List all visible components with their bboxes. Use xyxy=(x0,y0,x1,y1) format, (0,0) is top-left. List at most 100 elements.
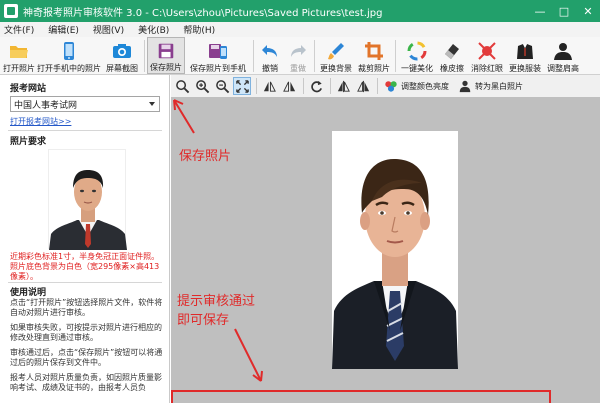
change-background-label: 更换背景 xyxy=(320,64,352,73)
open-phone-photo-label: 打开手机中的照片 xyxy=(37,64,101,73)
red-eye-icon xyxy=(478,42,496,60)
menu-view[interactable]: 视图(V) xyxy=(93,23,124,36)
pass-hint-annotation-line1: 提示审核通过 xyxy=(177,294,256,309)
pass-hint-annotation-line2: 即可保存 xyxy=(177,313,230,328)
close-button[interactable]: ✕ xyxy=(576,0,600,22)
undo-button[interactable]: 撤销 xyxy=(256,37,284,74)
save-icon xyxy=(158,43,174,59)
zoom-out-button[interactable] xyxy=(213,77,231,95)
menu-file[interactable]: 文件(F) xyxy=(4,23,34,36)
eraser-icon xyxy=(445,44,459,59)
menu-edit[interactable]: 编辑(E) xyxy=(48,23,79,36)
screenshot-label: 屏幕截图 xyxy=(106,64,138,73)
app-icon xyxy=(4,4,18,18)
usage-instructions: 点击“打开照片”按钮选择照片文件，软件将自动对照片进行审核。 如果审核失败，可按… xyxy=(10,298,166,398)
redo-label: 重做 xyxy=(290,64,306,73)
convert-black-white-button[interactable]: 转为黑白照片 xyxy=(458,79,523,93)
tool-separator xyxy=(303,78,304,94)
toolbar-separator xyxy=(314,40,315,72)
phone-icon xyxy=(64,42,74,60)
screenshot-button[interactable]: 屏幕截图 xyxy=(102,37,142,74)
eraser-button[interactable]: 橡皮擦 xyxy=(436,37,468,74)
zoom-in-button[interactable] xyxy=(193,77,211,95)
sample-photo xyxy=(48,149,127,250)
open-photo-button[interactable]: 打开照片 xyxy=(2,37,36,74)
save-photo-label: 保存照片 xyxy=(150,63,182,72)
toolbar-separator xyxy=(395,40,396,72)
color-wheel-icon xyxy=(407,41,427,61)
mirror-right-button[interactable] xyxy=(354,77,372,95)
adjust-color-brightness-button[interactable]: 调整颜色亮度 xyxy=(384,79,449,93)
adjust-color-brightness-label: 调整颜色亮度 xyxy=(401,81,449,91)
mirror-left-button[interactable] xyxy=(334,77,352,95)
zoom-tool-button[interactable] xyxy=(173,77,191,95)
image-tools-bar: 调整颜色亮度 转为黑白照片 xyxy=(171,75,600,97)
flip-horizontal-icon xyxy=(263,81,276,92)
eraser-label: 橡皮擦 xyxy=(440,64,464,73)
change-clothing-label: 更换服装 xyxy=(509,64,541,73)
save-photo-annotation: 保存照片 xyxy=(179,149,232,164)
site-section: 报考网站 xyxy=(0,79,170,95)
redo-button[interactable]: 重做 xyxy=(284,37,312,74)
shoulder-icon xyxy=(554,43,572,60)
audit-result-highlight-box xyxy=(171,390,551,403)
mirror-right-icon xyxy=(356,80,369,92)
title-bar: 神奇报考照片审核软件 3.0 - C:\Users\zhou\Pictures\… xyxy=(0,0,600,22)
annotation-arrows xyxy=(173,99,263,382)
minimize-button[interactable]: — xyxy=(528,0,552,22)
adjust-shoulder-label: 调整肩高 xyxy=(547,64,579,73)
window-title: 神奇报考照片审核软件 3.0 - C:\Users\zhou\Pictures\… xyxy=(23,7,383,19)
fit-to-window-button[interactable] xyxy=(233,77,251,95)
suit-icon xyxy=(517,44,533,59)
tool-separator xyxy=(377,78,378,94)
flip-vertical-button[interactable] xyxy=(280,77,298,95)
menu-bar: 文件(F) 编辑(E) 视图(V) 美化(B) 帮助(H) xyxy=(0,22,600,37)
save-to-phone-label: 保存照片到手机 xyxy=(190,64,246,73)
save-photo-button[interactable]: 保存照片 xyxy=(147,37,185,74)
open-phone-photo-button[interactable]: 打开手机中的照片 xyxy=(36,37,102,74)
open-exam-site-link[interactable]: 打开报考网站>> xyxy=(10,116,71,127)
zoom-in-icon xyxy=(195,79,209,93)
menu-beautify[interactable]: 美化(B) xyxy=(138,23,169,36)
open-photo-label: 打开照片 xyxy=(3,64,35,73)
maximize-button[interactable]: □ xyxy=(552,0,576,22)
crop-photo-button[interactable]: 裁剪照片 xyxy=(355,37,393,74)
person-bw-icon xyxy=(459,80,471,93)
usage-section: 使用说明 xyxy=(0,283,170,299)
change-clothing-button[interactable]: 更换服装 xyxy=(506,37,544,74)
camera-icon xyxy=(113,44,131,58)
usage-paragraph: 点击“打开照片”按钮选择照片文件，软件将自动对照片进行审核。 xyxy=(10,298,163,317)
mirror-left-icon xyxy=(337,80,350,92)
adjust-shoulder-button[interactable]: 调整肩高 xyxy=(544,37,582,74)
remove-red-eye-button[interactable]: 消除红眼 xyxy=(468,37,506,74)
usage-section-title: 使用说明 xyxy=(10,288,47,298)
one-click-beautify-button[interactable]: 一键美化 xyxy=(398,37,436,74)
toolbar-separator xyxy=(253,40,254,72)
save-to-phone-icon xyxy=(209,44,227,59)
remove-red-eye-label: 消除红眼 xyxy=(471,64,503,73)
exam-site-select-value: 中国人事考试网 xyxy=(14,100,78,111)
flip-vertical-icon xyxy=(282,81,295,92)
photo-canvas[interactable]: 保存照片 提示审核通过 即可保存 xyxy=(171,97,600,403)
zoom-out-icon xyxy=(215,79,229,93)
crop-icon xyxy=(365,42,383,60)
toolbar-separator xyxy=(144,40,145,72)
save-to-phone-button[interactable]: 保存照片到手机 xyxy=(185,37,251,74)
site-section-title: 报考网站 xyxy=(10,84,47,94)
menu-help[interactable]: 帮助(H) xyxy=(183,23,215,36)
exam-site-select[interactable]: 中国人事考试网 xyxy=(10,96,160,112)
change-background-button[interactable]: 更换背景 xyxy=(317,37,355,74)
magnifier-icon xyxy=(175,79,189,93)
usage-paragraph: 审核通过后，点击“保存照片”按钮可以将通过后的照片保存到文件中。 xyxy=(10,348,163,367)
flip-horizontal-button[interactable] xyxy=(260,77,278,95)
brush-icon xyxy=(328,43,344,60)
undo-label: 撤销 xyxy=(262,64,278,73)
usage-paragraph: 报考人员对照片质量负责，如因照片质量影响考试、成绩及证书的，由报考人员负 xyxy=(10,373,162,392)
convert-black-white-label: 转为黑白照片 xyxy=(475,81,523,91)
fit-window-icon xyxy=(235,79,249,93)
rotate-button[interactable] xyxy=(307,77,325,95)
one-click-beautify-label: 一键美化 xyxy=(401,64,433,73)
requirement-section: 照片要求 xyxy=(0,131,170,147)
crop-photo-label: 裁剪照片 xyxy=(358,64,390,73)
folder-open-icon xyxy=(10,46,28,58)
